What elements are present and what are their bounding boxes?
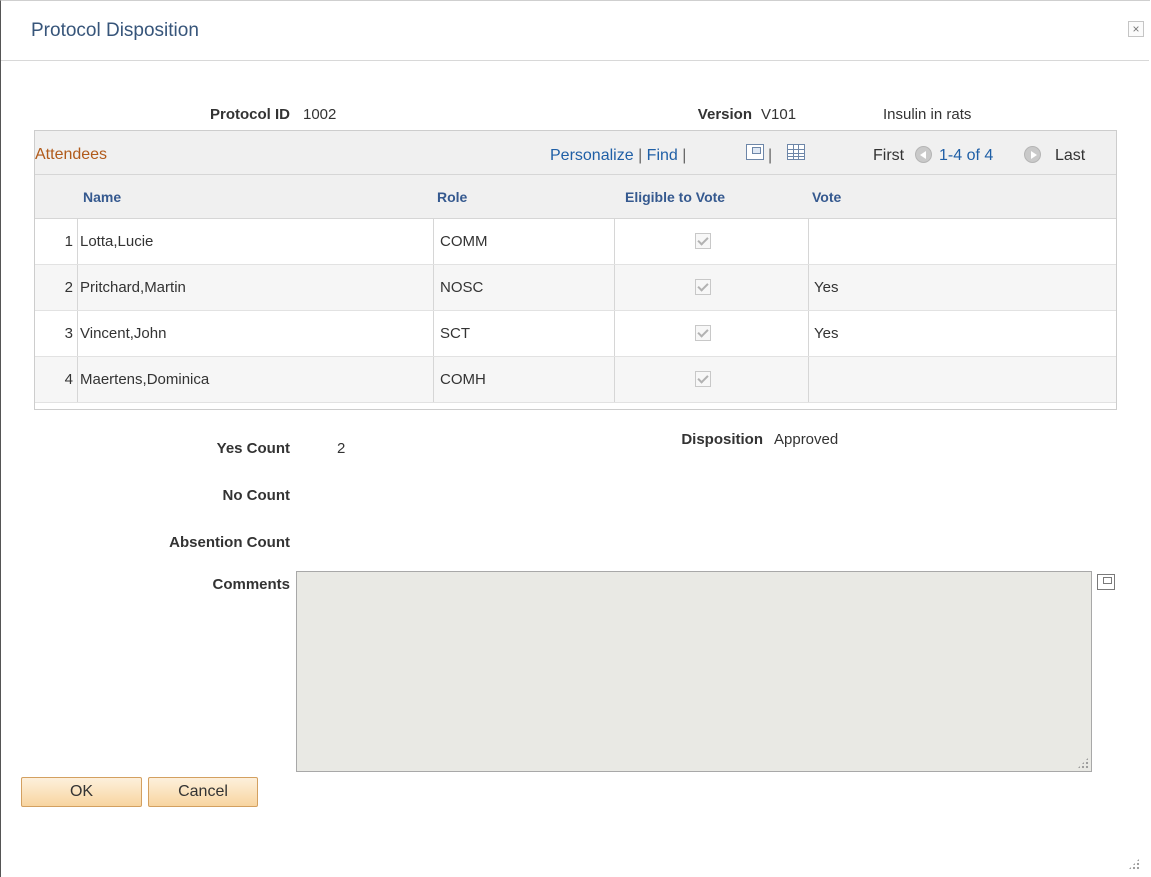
eligible-checkbox [695,325,711,341]
title-bar: Protocol Disposition [1,1,1149,61]
cell-eligible [614,219,808,264]
cell-name: Pritchard,Martin [77,265,433,310]
cell-vote: Yes [808,265,1116,310]
protocol-description: Insulin in rats [883,106,972,123]
col-role-header[interactable]: Role [437,189,467,205]
abstention-count-label: Absention Count [169,534,290,551]
row-number: 3 [64,325,73,342]
protocol-id-label: Protocol ID [209,106,290,123]
last-label: Last [1055,147,1086,164]
cell-eligible [614,357,808,402]
grid-toolbar: Personalize | Find | [550,147,686,165]
col-name-header[interactable]: Name [83,189,121,205]
eligible-checkbox [695,233,711,249]
next-icon[interactable] [1024,146,1041,163]
range-text: 1-4 of 4 [939,147,994,164]
toolbar-separator: | [768,147,773,164]
row-number: 2 [64,279,73,296]
eligible-checkbox [695,279,711,295]
version-value: V101 [761,106,797,123]
no-count-label: No Count [222,487,290,504]
disposition-value: Approved [774,431,839,448]
dialog-title: Protocol Disposition [31,20,199,41]
table-row: 1 Lotta,Lucie COMM [35,219,1116,265]
cell-role: COMM [433,219,614,264]
cell-vote: Yes [808,311,1116,356]
cancel-button[interactable]: Cancel [148,777,258,807]
cell-name: Vincent,John [77,311,433,356]
yes-count-value: 2 [337,440,346,457]
grid-header: Attendees Personalize | Find | | First 1… [35,131,1116,175]
cell-vote [808,219,1116,264]
column-header-row: Name Role Eligible to Vote Vote [35,175,1116,219]
personalize-link[interactable]: Personalize [550,147,634,164]
popout-icon[interactable] [746,144,764,160]
cell-name: Lotta,Lucie [77,219,433,264]
protocol-id-value: 1002 [303,106,337,123]
first-label: First [873,147,905,164]
table-row: 2 Pritchard,Martin NOSC Yes [35,265,1116,311]
version-label: Version [697,106,752,123]
cell-name: Maertens,Dominica [77,357,433,402]
comments-label: Comments [212,576,290,593]
table-row: 3 Vincent,John SCT Yes [35,311,1116,357]
find-link[interactable]: Find [647,147,678,164]
cell-role: NOSC [433,265,614,310]
cell-eligible [614,265,808,310]
expand-icon[interactable] [1097,574,1115,590]
table-row: 4 Maertens,Dominica COMH [35,357,1116,403]
cell-role: SCT [433,311,614,356]
eligible-checkbox [695,371,711,387]
ok-button[interactable]: OK [21,777,142,807]
close-icon[interactable]: × [1128,21,1144,37]
previous-icon[interactable] [915,146,932,163]
grid-title: Attendees [35,146,108,163]
toolbar-separator: | [682,147,687,164]
attendees-grid: Attendees Personalize | Find | | First 1… [34,130,1117,410]
toolbar-separator: | [638,147,643,164]
disposition-label: Disposition [681,431,763,448]
comments-textarea[interactable] [296,571,1092,772]
yes-count-label: Yes Count [216,440,290,457]
cell-eligible [614,311,808,356]
cell-vote [808,357,1116,402]
col-eligible-header[interactable]: Eligible to Vote [625,189,725,205]
row-number: 1 [64,233,73,250]
cell-role: COMH [433,357,614,402]
row-number: 4 [64,371,73,388]
download-grid-icon[interactable] [787,144,805,160]
col-vote-header[interactable]: Vote [812,189,841,205]
